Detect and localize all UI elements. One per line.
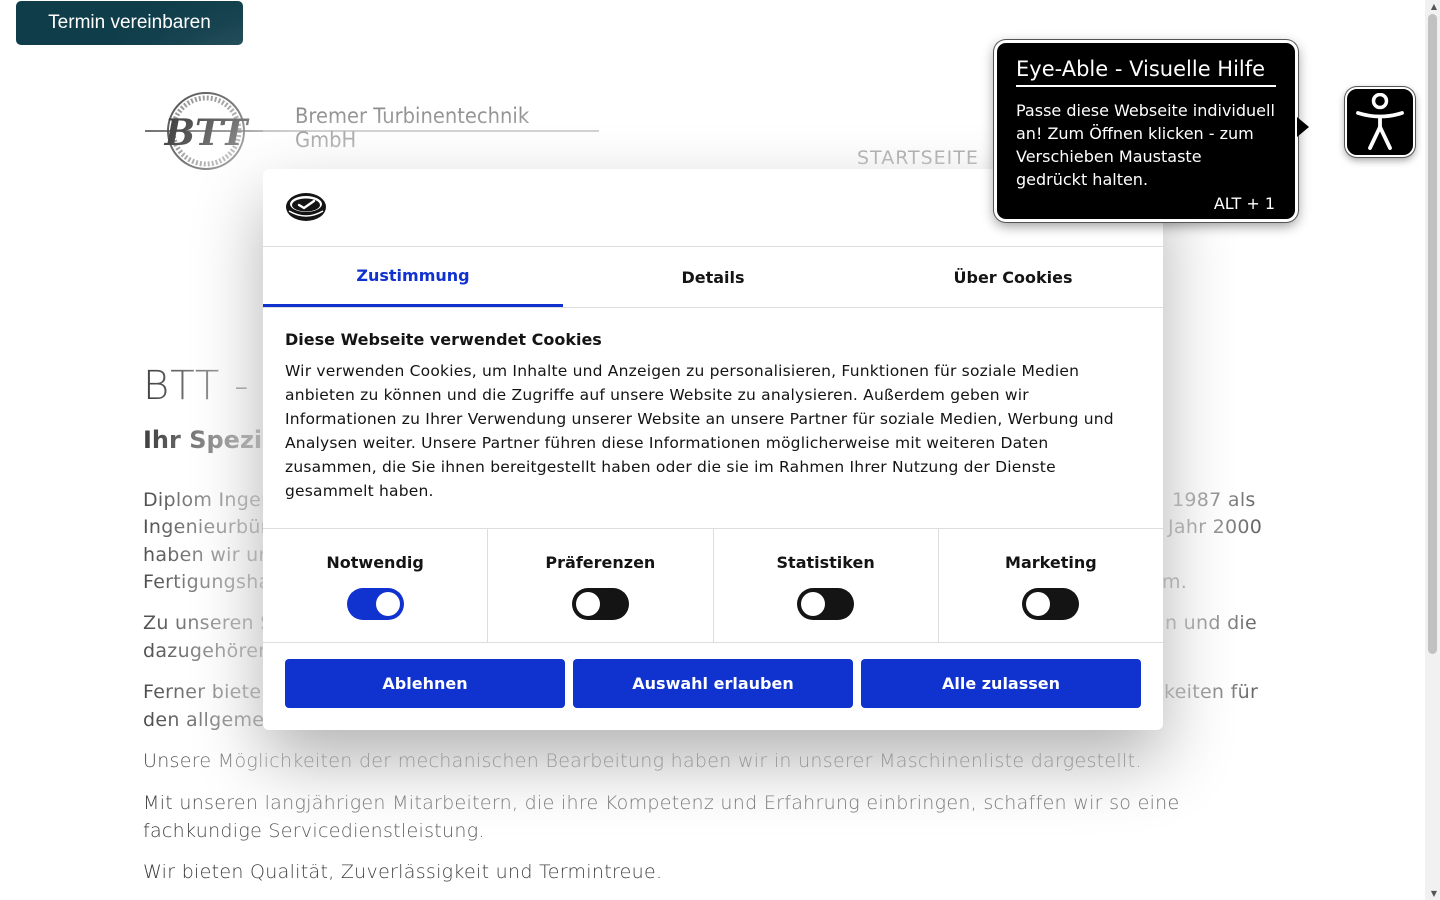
- paragraph-fragment: den allgeme: [143, 709, 265, 731]
- allow-selection-button[interactable]: Auswahl erlauben: [573, 659, 853, 708]
- statistics-toggle[interactable]: [797, 588, 855, 620]
- btt-emblem-icon: BTT: [145, 92, 263, 170]
- logo-letters: BTT: [164, 112, 250, 154]
- paragraph-fragment: Ferner biete: [143, 681, 262, 703]
- toggle-label: Marketing: [1005, 553, 1097, 572]
- toggle-group-marketing: Marketing: [939, 529, 1163, 642]
- eye-able-tooltip[interactable]: Eye-Able - Visuelle Hilfe Passe diese We…: [994, 40, 1309, 222]
- eye-able-title: Eye-Able - Visuelle Hilfe: [1016, 57, 1276, 87]
- page-subtitle: Ihr Spezi: [143, 426, 263, 454]
- preferences-toggle[interactable]: [571, 588, 629, 620]
- paragraph-fragment: haben wir ur: [143, 544, 267, 566]
- cookie-description: Diese Webseite verwendet Cookies Wir ver…: [263, 308, 1163, 529]
- scroll-down-arrow-icon[interactable]: ▼: [1431, 889, 1437, 898]
- cookie-text: Wir verwenden Cookies, um Inhalte und An…: [285, 362, 1114, 500]
- toggle-group-preferences: Präferenzen: [488, 529, 714, 642]
- tab-consent[interactable]: Zustimmung: [263, 247, 563, 307]
- paragraph-fragment: keiten für: [1164, 681, 1259, 703]
- cookie-actions: Ablehnen Auswahl erlauben Alle zulassen: [263, 643, 1163, 724]
- reject-button[interactable]: Ablehnen: [285, 659, 565, 708]
- eye-able-text: Passe diese Webseite individuell an! Zum…: [1016, 101, 1275, 189]
- toggle-label: Präferenzen: [545, 553, 656, 572]
- necessary-toggle[interactable]: [346, 588, 404, 620]
- toggle-knob: [575, 592, 600, 616]
- cookie-tabs: Zustimmung Details Über Cookies: [263, 247, 1163, 308]
- cookie-category-toggles: Notwendig Präferenzen Statistiken Market…: [263, 529, 1163, 643]
- toggle-label: Notwendig: [326, 553, 424, 572]
- nav-home-link[interactable]: STARTSEITE: [857, 147, 979, 169]
- page-scrollbar[interactable]: ▲ ▼: [1425, 0, 1440, 900]
- paragraph-fragment: dazugehörer: [143, 640, 267, 662]
- toggle-label: Statistiken: [776, 553, 875, 572]
- toggle-knob: [801, 592, 826, 616]
- eye-able-shortcut: ALT + 1: [1213, 194, 1275, 213]
- scroll-up-arrow-icon[interactable]: ▲: [1431, 2, 1437, 11]
- tab-about-cookies[interactable]: Über Cookies: [863, 247, 1163, 307]
- toggle-knob: [1026, 592, 1051, 616]
- paragraph-fragment: Fertigungsha: [143, 571, 271, 593]
- scrollbar-thumb[interactable]: [1428, 14, 1437, 654]
- paragraph-fragment: Diplom Inger: [143, 489, 270, 511]
- page-title: BTT -: [143, 363, 250, 409]
- tab-details[interactable]: Details: [563, 247, 863, 307]
- paragraph-fragment: m.: [1162, 571, 1188, 593]
- paragraph-fragment: Ingenieurbür: [143, 516, 269, 538]
- paragraph-fragment: 1987 als: [1172, 489, 1256, 511]
- cookie-heading: Diese Webseite verwendet Cookies: [285, 330, 602, 349]
- toggle-group-statistics: Statistiken: [714, 529, 939, 642]
- book-appointment-button[interactable]: Termin vereinbaren: [16, 1, 243, 45]
- toggle-knob: [375, 592, 400, 616]
- allow-all-button[interactable]: Alle zulassen: [861, 659, 1141, 708]
- paragraph-machining: Unsere Möglichkeiten der mechanischen Be…: [143, 750, 1142, 772]
- marketing-toggle[interactable]: [1022, 588, 1080, 620]
- company-logo[interactable]: BTT Bremer Turbinentechnik GmbH: [143, 90, 603, 172]
- cookie-consent-dialog: Zustimmung Details Über Cookies Diese We…: [263, 169, 1163, 730]
- paragraph-staff: Mit unseren langjährigen Mitarbeitern, d…: [143, 792, 1180, 842]
- paragraph-fragment: n und die: [1165, 612, 1257, 634]
- toggle-group-necessary: Notwendig: [263, 529, 489, 642]
- accessibility-person-icon: [1356, 93, 1404, 150]
- paragraph-fragment: Jahr 2000: [1168, 516, 1263, 538]
- paragraph-quality: Wir bieten Qualität, Zuverlässigkeit und…: [143, 861, 663, 883]
- cookiebot-logo-icon: [286, 193, 326, 221]
- eye-able-button[interactable]: [1345, 87, 1415, 157]
- company-name: Bremer Turbinentechnik GmbH: [295, 104, 530, 152]
- paragraph-fragment: Zu unseren S: [143, 612, 273, 634]
